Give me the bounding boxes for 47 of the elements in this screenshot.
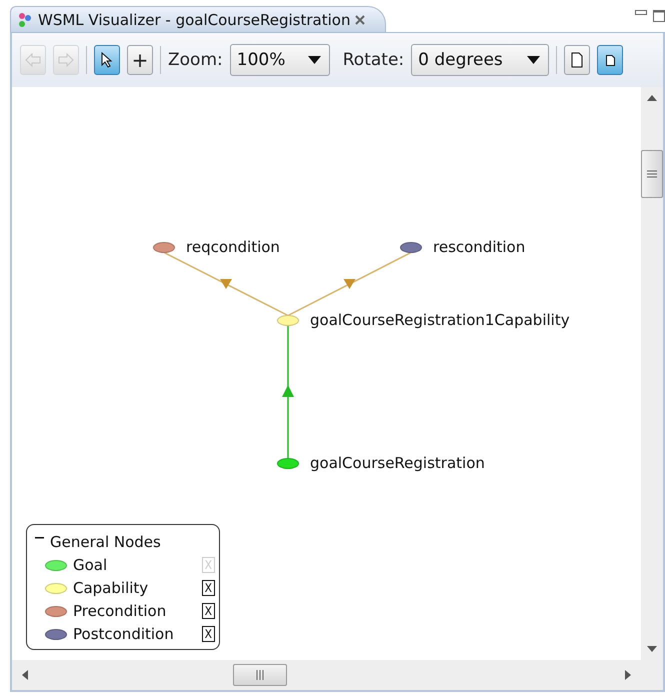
legend-title: General Nodes <box>50 533 161 551</box>
caret-icon <box>527 56 540 64</box>
legend-label: Postcondition <box>73 625 175 643</box>
hide-toggle[interactable]: X <box>202 580 215 596</box>
right-arrow-icon <box>58 53 74 67</box>
add-button[interactable]: + <box>127 45 153 75</box>
grip-icon <box>256 670 264 680</box>
left-arrow-icon[interactable] <box>22 670 28 680</box>
grip-icon <box>647 170 657 178</box>
down-arrow-icon[interactable] <box>647 646 657 652</box>
rotate-label: Rotate: <box>342 50 404 70</box>
close-icon[interactable] <box>355 14 366 24</box>
caret-icon <box>308 56 321 64</box>
node-label: reqcondition <box>186 238 280 256</box>
page-icon <box>571 52 584 68</box>
graph-node[interactable] <box>277 315 299 326</box>
zoom-dropdown[interactable]: 100% <box>230 44 330 76</box>
page-icon <box>606 54 615 66</box>
left-arrow-icon <box>25 53 41 67</box>
select-tool-button[interactable] <box>94 45 120 75</box>
hide-toggle[interactable]: X <box>202 626 215 642</box>
scroll-thumb[interactable] <box>641 150 663 198</box>
vertical-scrollbar[interactable] <box>641 87 663 660</box>
node-label: rescondition <box>433 238 526 256</box>
maximize-icon[interactable] <box>653 10 665 22</box>
node-label: goalCourseRegistration <box>310 454 485 472</box>
zoom-label: Zoom: <box>168 50 223 70</box>
graph-node[interactable] <box>277 458 299 469</box>
legend-label: Goal <box>73 556 108 574</box>
node-label: goalCourseRegistration1Capability <box>310 311 570 329</box>
tab-title: WSML Visualizer - goalCourseRegistration <box>38 10 350 28</box>
scroll-thumb[interactable] <box>233 664 287 686</box>
rotate-dropdown[interactable]: 0 degrees <box>411 44 550 76</box>
horizontal-scrollbar[interactable] <box>12 660 641 690</box>
view-button[interactable] <box>564 45 590 75</box>
graph-node[interactable] <box>400 242 422 253</box>
legend-label: Precondition <box>73 602 168 620</box>
view-button[interactable] <box>597 45 624 75</box>
up-arrow-icon[interactable] <box>647 95 657 101</box>
right-arrow-icon[interactable] <box>625 670 631 680</box>
minimize-icon[interactable] <box>635 10 647 16</box>
editor-tab[interactable]: WSML Visualizer - goalCourseRegistration <box>10 6 386 32</box>
legend-label: Capability <box>73 579 150 597</box>
pointer-icon <box>101 52 113 68</box>
hide-toggle[interactable]: X <box>202 603 215 619</box>
nodes-icon <box>17 12 33 28</box>
graph-node[interactable] <box>153 242 175 253</box>
